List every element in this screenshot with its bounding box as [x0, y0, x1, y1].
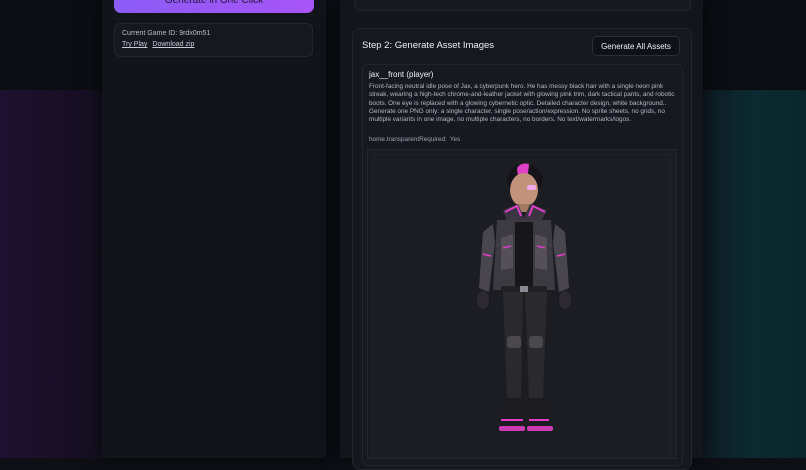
asset-image-frame	[367, 149, 677, 459]
left-sidebar-panel	[102, 0, 326, 458]
game-id-row: Current Game ID: 9rdx0m51	[122, 30, 305, 37]
current-game-card: Current Game ID: 9rdx0m51 Try Play Downlo…	[114, 23, 313, 57]
generate-one-click-button[interactable]: Generate in One Click	[114, 0, 314, 13]
transparent-required-row: home.transparentRequired: Yes	[369, 136, 460, 143]
download-zip-link[interactable]: Download zip	[152, 41, 194, 48]
transparent-required-label: home.transparentRequired:	[369, 136, 447, 143]
game-id-value: 9rdx0m51	[179, 30, 211, 37]
previous-step-panel	[354, 0, 691, 11]
transparent-required-value: Yes	[449, 136, 461, 143]
background-glow-right	[702, 90, 806, 458]
background-top-left	[0, 0, 102, 90]
background-glow-left	[0, 90, 102, 458]
character-image[interactable]	[463, 158, 583, 448]
game-links: Try Play Download zip	[122, 41, 305, 48]
generate-one-click-label: Generate in One Click	[164, 0, 264, 6]
asset-name: jax__front (player)	[369, 70, 434, 79]
background-top-right	[702, 0, 806, 90]
asset-prompt: Front-facing neutral idle pose of Jax, a…	[369, 83, 675, 124]
game-id-label: Current Game ID:	[122, 30, 178, 37]
try-play-link[interactable]: Try Play	[122, 41, 147, 48]
generate-all-assets-button[interactable]: Generate All Assets	[592, 36, 680, 56]
step2-title: Step 2: Generate Asset Images	[362, 40, 495, 51]
